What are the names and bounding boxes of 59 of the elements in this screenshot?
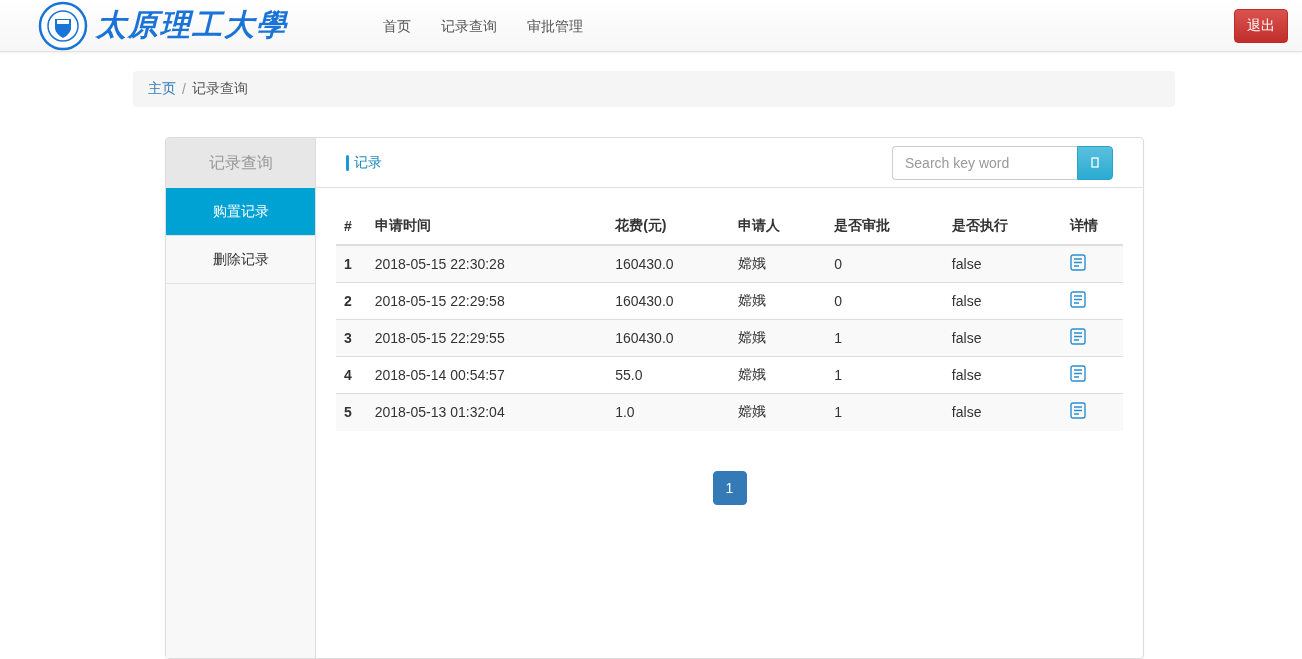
breadcrumb-current: 记录查询 [191, 80, 248, 98]
table-cell: 2018-05-15 22:30:28 [374, 256, 505, 272]
table-cell: 1.0 [615, 404, 635, 421]
table-cell: 55.0 [615, 367, 643, 383]
table-cell: 2018-05-15 22:29:55 [374, 330, 505, 346]
nav-link[interactable]: 首页 [368, 0, 426, 52]
breadcrumb-link[interactable]: 主页 [148, 80, 176, 98]
logout-button[interactable]: 退出 [1234, 8, 1288, 43]
square-icon [1091, 157, 1099, 168]
table-cell: 嫦娥 [738, 403, 766, 420]
table-cell: 160430.0 [615, 256, 674, 272]
university-logo-text: 太原理工大學 [96, 6, 288, 44]
table-cell: false [951, 293, 982, 309]
document-icon[interactable] [1069, 291, 1086, 308]
sidebar-item[interactable]: 删除记录 [166, 236, 315, 284]
table-cell: 160430.0 [615, 293, 674, 309]
column-header: 申请时间 [374, 217, 431, 233]
table-cell: 3 [344, 330, 352, 346]
table-cell: 0 [834, 256, 842, 272]
table-cell: false [951, 367, 982, 383]
table-cell: 160430.0 [615, 330, 674, 346]
nav-link[interactable]: 记录查询 [426, 0, 512, 52]
column-header: 是否审批 [834, 217, 891, 233]
table-cell: 0 [834, 293, 842, 309]
table-cell: false [951, 330, 982, 346]
document-icon[interactable] [1069, 328, 1086, 345]
title-accent-bar [346, 154, 349, 171]
nav-link[interactable]: 审批管理 [512, 0, 598, 52]
page-button[interactable]: 1 [712, 470, 747, 505]
panel-title: 记录 [354, 153, 382, 172]
table-cell: 2018-05-15 22:29:58 [374, 293, 505, 309]
table-cell: 嫦娥 [738, 255, 766, 271]
column-header: # [344, 218, 352, 234]
table-cell: 1 [834, 404, 842, 421]
table-cell: 嫦娥 [738, 292, 766, 308]
table-cell: 2 [344, 293, 352, 309]
table-cell: 嫦娥 [738, 329, 766, 345]
column-header: 是否执行 [951, 217, 1008, 233]
breadcrumb-separator: / [182, 81, 186, 97]
table-cell: 5 [344, 404, 352, 421]
table-cell: 1 [344, 256, 352, 272]
table-cell: false [951, 256, 982, 272]
search-button[interactable] [1077, 145, 1113, 180]
document-icon[interactable] [1069, 254, 1086, 271]
column-header: 详情 [1069, 217, 1098, 233]
table-cell: 1 [834, 330, 842, 346]
sidebar-title: 记录查询 [166, 138, 315, 188]
table-cell: 1 [834, 367, 842, 383]
document-icon[interactable] [1069, 402, 1086, 420]
column-header: 花费(元) [615, 217, 667, 233]
university-seal-icon [38, 0, 88, 51]
table-cell: 4 [344, 367, 352, 383]
table-cell: 2018-05-14 00:54:57 [374, 367, 505, 383]
column-header: 申请人 [738, 217, 780, 233]
document-icon[interactable] [1069, 365, 1086, 382]
table-cell: 2018-05-13 01:32:04 [374, 404, 505, 421]
table-cell: 嫦娥 [738, 366, 766, 382]
table-cell: false [951, 404, 982, 421]
search-field[interactable]: Search key word [892, 145, 1077, 180]
